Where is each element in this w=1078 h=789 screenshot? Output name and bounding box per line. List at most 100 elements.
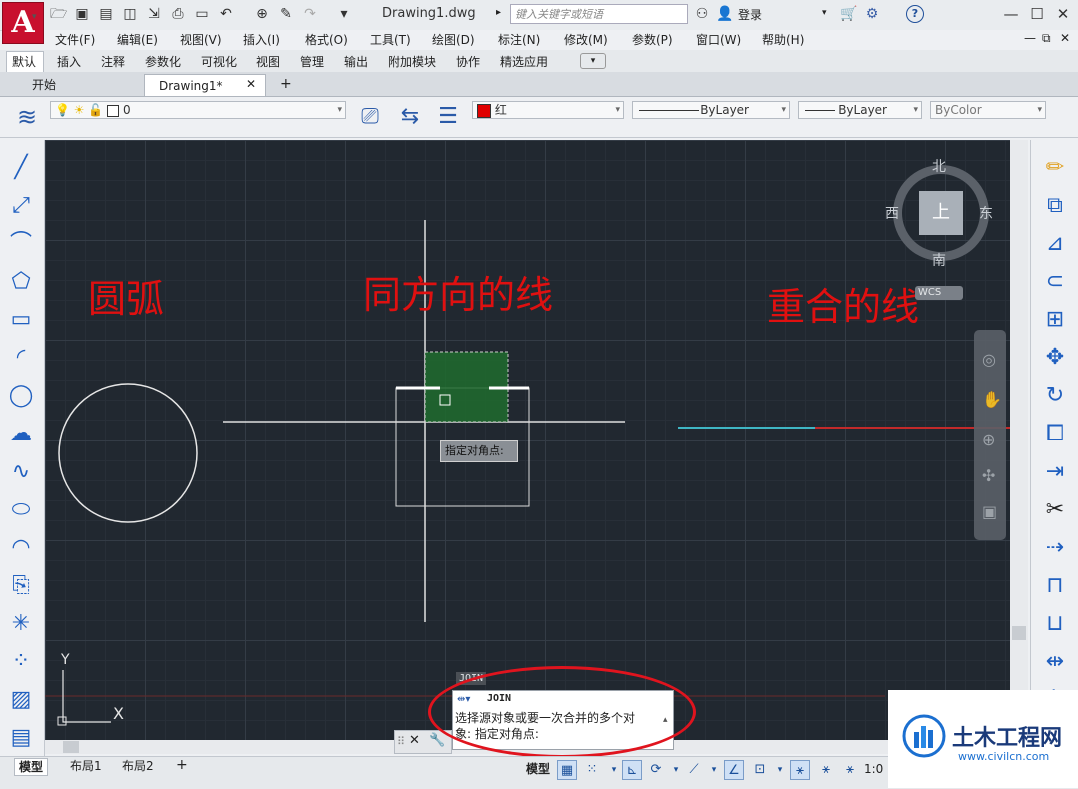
zoom-extents-icon[interactable]: ⊕ bbox=[982, 430, 995, 449]
tab-start[interactable]: 开始 bbox=[18, 74, 144, 96]
break-at-point-icon[interactable]: ⊓ bbox=[1039, 570, 1071, 602]
copy-icon[interactable]: ⧉ bbox=[1039, 190, 1071, 222]
menu-modify[interactable]: 修改(M) bbox=[564, 31, 608, 48]
grid-icon[interactable]: ▦ bbox=[557, 760, 577, 780]
trim-icon[interactable]: ✂ bbox=[1039, 494, 1071, 526]
undo-icon[interactable]: ↶ bbox=[218, 6, 234, 22]
grip-icon[interactable]: ⠿ bbox=[397, 735, 405, 748]
mirror-icon[interactable]: ⊿ bbox=[1039, 228, 1071, 260]
menu-parametric[interactable]: 参数(P) bbox=[632, 31, 673, 48]
menu-help[interactable]: 帮助(H) bbox=[762, 31, 804, 48]
new-tab-button[interactable]: + bbox=[280, 76, 292, 92]
viewcube-south[interactable]: 南 bbox=[932, 250, 946, 270]
save-icon[interactable]: ▣ bbox=[74, 6, 90, 22]
redo-icon[interactable]: ↷ bbox=[302, 6, 318, 22]
rotate-icon[interactable]: ↻ bbox=[1039, 380, 1071, 412]
ribbon-tab-output[interactable]: 输出 bbox=[344, 53, 368, 70]
search-input[interactable]: 键入关键字或短语 bbox=[510, 4, 688, 24]
ribbon-tab-addins[interactable]: 附加模块 bbox=[388, 53, 436, 70]
menu-tools[interactable]: 工具(T) bbox=[370, 31, 411, 48]
layer-previous-icon[interactable]: ⇆ bbox=[392, 100, 428, 134]
zoom-icon[interactable]: ⊕ bbox=[254, 6, 270, 22]
point-icon[interactable]: ⁘ bbox=[5, 646, 37, 678]
plot-icon[interactable]: ⎙ bbox=[170, 6, 186, 22]
construction-line-icon[interactable]: ⤢ bbox=[5, 190, 37, 222]
arc-circle[interactable] bbox=[58, 383, 198, 523]
horizontal-scroll-thumb[interactable] bbox=[63, 741, 79, 753]
make-current-icon[interactable]: ⎚ bbox=[352, 100, 388, 134]
snap-icon[interactable]: ⁙ bbox=[582, 760, 602, 780]
annotation-scale-icon[interactable]: ⚹ bbox=[840, 760, 860, 780]
command-customize-icon[interactable]: 🔧 bbox=[429, 733, 445, 748]
doc-minimize-button[interactable]: — bbox=[1024, 31, 1036, 45]
ribbon-tab-manage[interactable]: 管理 bbox=[300, 53, 324, 70]
erase-icon[interactable]: ✏ bbox=[1039, 152, 1071, 184]
expand-chevron-icon[interactable]: ▸ bbox=[496, 7, 501, 18]
revision-cloud-icon[interactable]: ☁ bbox=[5, 418, 37, 450]
polyline-icon[interactable]: ⌒ bbox=[5, 228, 37, 260]
annotation-scale-value[interactable]: 1:0 bbox=[864, 762, 883, 776]
minimize-button[interactable]: — bbox=[1000, 4, 1022, 24]
drawing-canvas[interactable]: 圆弧 同方向的线 重合的线 指定对角点: Y X 上 北 南 西 东 WCS ◎… bbox=[45, 140, 1010, 740]
menu-draw[interactable]: 绘图(D) bbox=[432, 31, 475, 48]
login-chevron-icon[interactable]: ▾ bbox=[822, 8, 827, 18]
match-icon[interactable]: ✎ bbox=[278, 6, 294, 22]
ribbon-tab-parametric[interactable]: 参数化 bbox=[145, 53, 181, 70]
join-icon[interactable]: ⇹ bbox=[1039, 646, 1071, 678]
break-icon[interactable]: ⊔ bbox=[1039, 608, 1071, 640]
scale-icon[interactable]: ⧠ bbox=[1039, 418, 1071, 450]
extend-icon[interactable]: ⇢ bbox=[1039, 532, 1071, 564]
viewcube-north[interactable]: 北 bbox=[932, 156, 946, 176]
menu-edit[interactable]: 编辑(E) bbox=[117, 31, 158, 48]
help-button[interactable]: ? bbox=[906, 5, 924, 23]
layer-combo[interactable]: 💡 ☀ 🔓 0 ▾ bbox=[50, 101, 346, 119]
rectangle-icon[interactable]: ▭ bbox=[5, 304, 37, 336]
hatch-icon[interactable]: ▨ bbox=[5, 684, 37, 716]
doc-close-button[interactable]: ✕ bbox=[1060, 31, 1070, 45]
object-snap-chevron-icon[interactable]: ▾ bbox=[770, 760, 790, 780]
menu-file[interactable]: 文件(F) bbox=[55, 31, 95, 48]
plotstyle-combo[interactable]: ByColor ▾ bbox=[930, 101, 1046, 119]
add-layout-icon[interactable]: + bbox=[176, 757, 188, 773]
ribbon-toggle-icon[interactable]: ▾ bbox=[580, 53, 606, 69]
user-icon[interactable]: 👤 bbox=[716, 6, 733, 22]
offset-icon[interactable]: ⊂ bbox=[1039, 266, 1071, 298]
web-mobile-icon[interactable]: ◫ bbox=[122, 6, 138, 22]
annotation-visibility-icon[interactable]: ⚹ bbox=[790, 760, 810, 780]
showmotion-icon[interactable]: ▣ bbox=[982, 502, 997, 521]
app-menu-chevron-icon[interactable]: ▾ bbox=[32, 12, 37, 22]
ribbon-tab-default[interactable]: 默认 bbox=[12, 53, 36, 70]
menu-dimension[interactable]: 标注(N) bbox=[498, 31, 540, 48]
publish-icon[interactable]: ▭ bbox=[194, 6, 210, 22]
ribbon-tab-collaborate[interactable]: 协作 bbox=[456, 53, 480, 70]
login-button[interactable]: 登录 bbox=[738, 6, 762, 23]
lineweight-combo[interactable]: ByLayer ▾ bbox=[798, 101, 922, 119]
menu-view[interactable]: 视图(V) bbox=[180, 31, 222, 48]
menu-format[interactable]: 格式(O) bbox=[305, 31, 348, 48]
line-icon[interactable]: ╱ bbox=[5, 152, 37, 184]
ribbon-tab-insert[interactable]: 插入 bbox=[57, 53, 81, 70]
viewcube-west[interactable]: 西 bbox=[885, 203, 899, 223]
binoculars-icon[interactable]: ⚇ bbox=[694, 6, 710, 22]
import-icon[interactable]: ⇲ bbox=[146, 6, 162, 22]
model-space-button[interactable]: 模型 bbox=[526, 760, 550, 777]
close-button[interactable]: ✕ bbox=[1052, 4, 1074, 24]
cart-icon[interactable]: 🛒 bbox=[840, 6, 857, 22]
ribbon-tab-visualize[interactable]: 可视化 bbox=[201, 53, 237, 70]
ribbon-tab-annotate[interactable]: 注释 bbox=[101, 53, 125, 70]
linetype-combo[interactable]: ByLayer ▾ bbox=[632, 101, 790, 119]
ribbon-tab-featured[interactable]: 精选应用 bbox=[500, 53, 548, 70]
tab-close-icon[interactable]: ✕ bbox=[246, 77, 256, 91]
color-combo[interactable]: 红 ▾ bbox=[472, 101, 624, 119]
circle-icon[interactable]: ◯ bbox=[5, 380, 37, 412]
move-icon[interactable]: ✥ bbox=[1039, 342, 1071, 374]
save-as-icon[interactable]: ▤ bbox=[98, 6, 114, 22]
polar-icon[interactable]: ⟳ bbox=[646, 760, 666, 780]
wcs-menu-button[interactable]: WCS bbox=[915, 286, 963, 300]
layout-tab-2[interactable]: 布局2 bbox=[118, 758, 158, 774]
pan-icon[interactable]: ✋ bbox=[982, 390, 1002, 409]
auto-scale-icon[interactable]: ⚹ bbox=[816, 760, 836, 780]
snap-chevron-icon[interactable]: ▾ bbox=[604, 760, 624, 780]
navigation-bar[interactable]: ◎ ✋ ⊕ ✣ ▣ bbox=[974, 330, 1006, 540]
arc-icon[interactable]: ◜ bbox=[5, 342, 37, 374]
